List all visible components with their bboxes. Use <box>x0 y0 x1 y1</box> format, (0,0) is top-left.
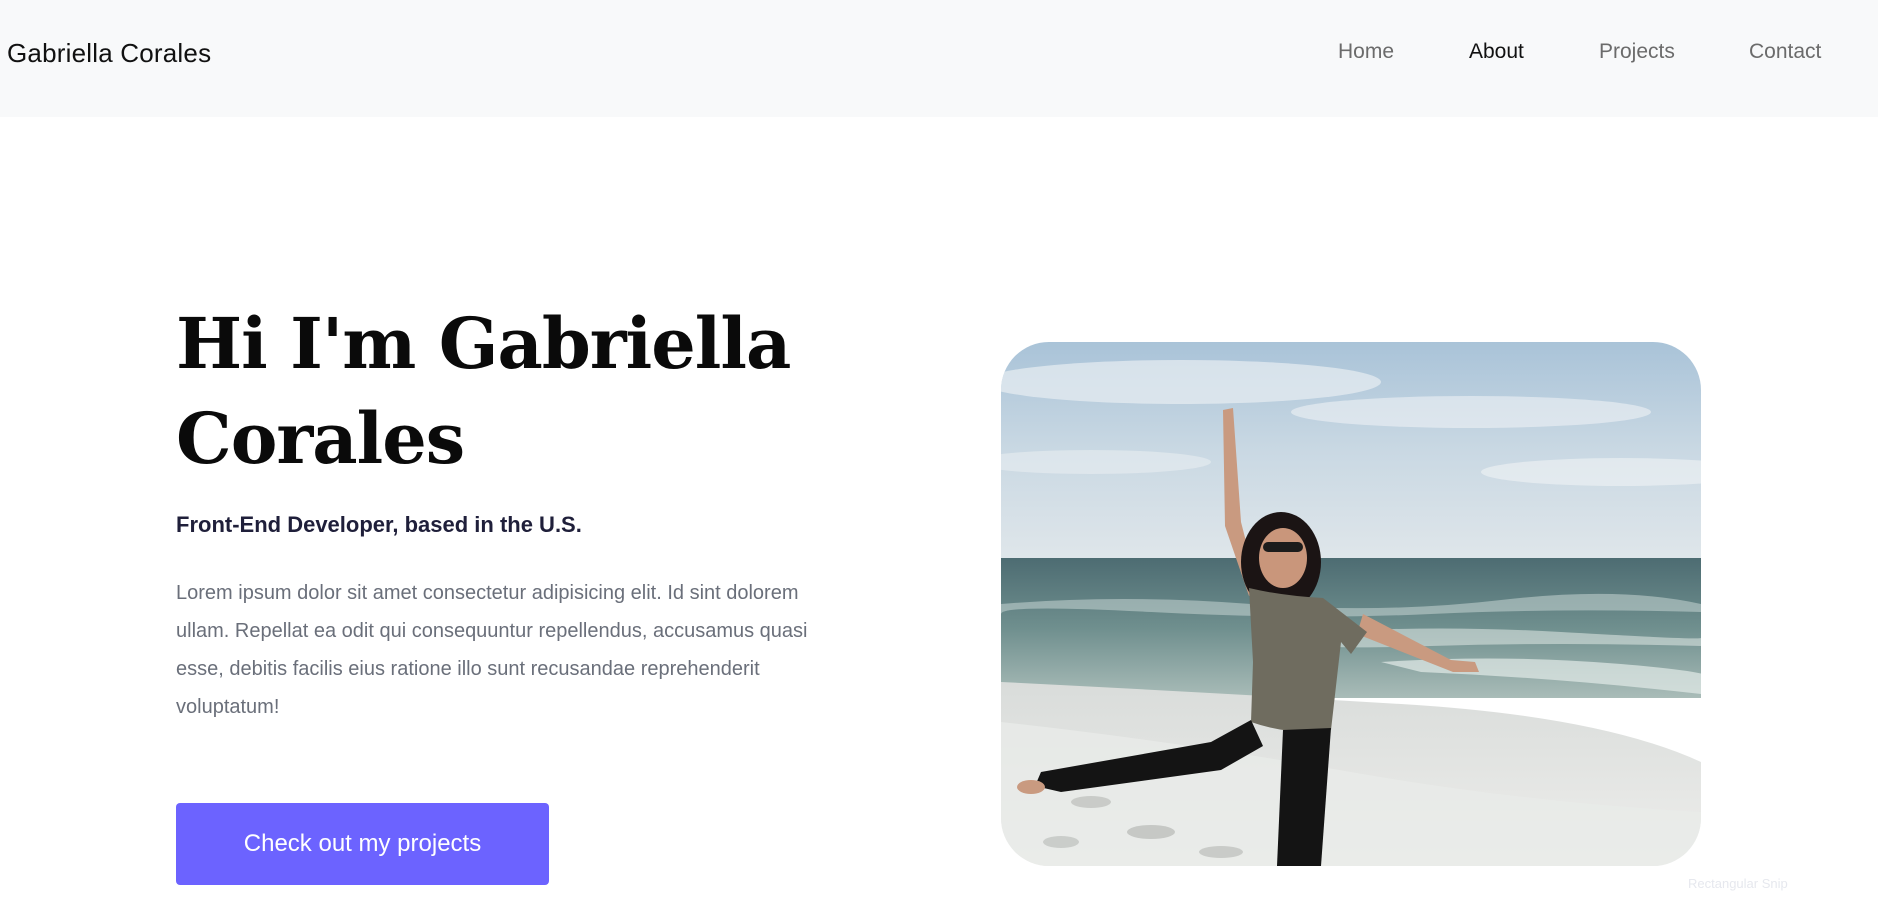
navbar: Gabriella Corales Home About Projects Co… <box>0 0 1878 117</box>
snip-tool-hint: Rectangular Snip <box>1688 876 1788 891</box>
view-projects-button[interactable]: Check out my projects <box>176 803 549 885</box>
profile-photo <box>1001 342 1701 866</box>
nav-link-projects[interactable]: Projects <box>1599 40 1749 64</box>
nav-link-home[interactable]: Home <box>1338 40 1469 64</box>
hero-description: Lorem ipsum dolor sit amet consectetur a… <box>176 582 808 718</box>
hero-title: Hi I'm Gabriella Corales <box>176 302 791 480</box>
hero-subtitle: Front-End Developer, based in the U.S. <box>176 512 582 537</box>
nav-links: Home About Projects Contact <box>1338 40 1821 64</box>
nav-link-about[interactable]: About <box>1469 40 1599 64</box>
nav-link-contact[interactable]: Contact <box>1749 40 1821 64</box>
brand-logo[interactable]: Gabriella Corales <box>7 38 211 69</box>
